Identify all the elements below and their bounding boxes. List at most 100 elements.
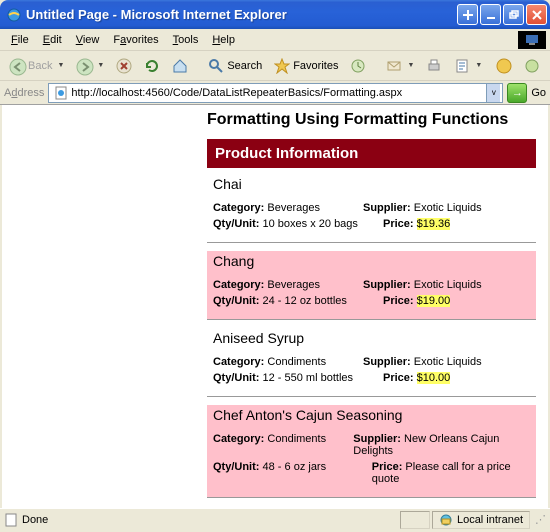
search-label: Search [227, 60, 262, 72]
history-button[interactable] [345, 55, 371, 77]
chevron-down-icon: ▼ [407, 62, 414, 69]
tool-button-1[interactable] [491, 55, 517, 77]
stop-button[interactable] [111, 55, 137, 77]
go-button[interactable]: → [507, 83, 527, 103]
menu-view[interactable]: View [69, 32, 107, 48]
qty-value: 48 - 6 oz jars [263, 461, 327, 473]
forward-button[interactable]: ▼ [71, 55, 109, 77]
back-label: Back [28, 60, 52, 72]
url-input[interactable] [71, 87, 486, 99]
supplier-label: Supplier: [363, 279, 411, 291]
price-value: $19.36 [417, 218, 451, 230]
forward-icon [76, 58, 92, 74]
category-value: Condiments [267, 356, 326, 368]
go-label: Go [531, 87, 546, 99]
refresh-button[interactable] [139, 55, 165, 77]
resize-grip[interactable]: ⋰ [532, 513, 546, 526]
mail-icon [386, 58, 402, 74]
supplier-value: Exotic Liquids [414, 356, 482, 368]
stop-icon [116, 58, 132, 74]
qty-value: 24 - 12 oz bottles [263, 295, 347, 307]
window-buttons [457, 4, 547, 25]
product-name: Chang [213, 253, 530, 269]
viewport[interactable]: Formatting Using Formatting Functions Pr… [0, 105, 550, 508]
tool-button-2[interactable] [519, 55, 545, 77]
print-button[interactable] [421, 55, 447, 77]
status-text: Done [22, 514, 48, 526]
tool-icon [524, 58, 540, 74]
url-box[interactable]: v [48, 83, 503, 103]
home-icon [172, 58, 188, 74]
qty-value: 10 boxes x 20 bags [263, 218, 358, 230]
price-label: Price: [383, 295, 414, 307]
page-content: Formatting Using Formatting Functions Pr… [2, 105, 548, 508]
chevron-down-icon: ▼ [97, 62, 104, 69]
supplier-value: Exotic Liquids [414, 202, 482, 214]
throbber-icon [518, 31, 546, 49]
status-pane-1 [400, 511, 430, 529]
status-zone: Local intranet [432, 511, 530, 529]
ie-icon [6, 7, 22, 23]
price-value: $10.00 [417, 372, 451, 384]
search-icon [208, 58, 224, 74]
menu-favorites[interactable]: Favorites [106, 32, 165, 48]
window-title: Untitled Page - Microsoft Internet Explo… [26, 7, 457, 22]
edit-button[interactable]: ▼ [449, 55, 487, 77]
menu-bar: FFileile Edit View Favorites Tools Help [0, 29, 550, 51]
minimize-button[interactable] [480, 4, 501, 25]
zone-label: Local intranet [457, 514, 523, 526]
home-button[interactable] [167, 55, 193, 77]
close-button[interactable] [526, 4, 547, 25]
menu-file[interactable]: FFileile [4, 32, 36, 48]
chevron-down-icon: ▼ [57, 62, 64, 69]
address-label: Address [4, 87, 44, 99]
address-bar: Address v → Go [0, 81, 550, 105]
product-item: Chef Anton's Cajun Seasoning Category: Co… [207, 405, 536, 498]
status-bar: Done Local intranet ⋰ [0, 508, 550, 530]
menu-tools[interactable]: Tools [166, 32, 206, 48]
product-item: Chai Category: Beverages Supplier: Exotic … [207, 174, 536, 243]
qty-label: Qty/Unit: [213, 295, 259, 307]
category-value: Beverages [267, 202, 320, 214]
edit-icon [454, 58, 470, 74]
search-button[interactable]: Search [203, 55, 267, 77]
price-label: Price: [372, 461, 403, 473]
price-value: $19.00 [417, 295, 451, 307]
star-icon [274, 58, 290, 74]
product-name: Chai [213, 176, 530, 192]
qty-label: Qty/Unit: [213, 218, 259, 230]
refresh-icon [144, 58, 160, 74]
menu-help[interactable]: Help [205, 32, 242, 48]
supplier-label: Supplier: [363, 202, 411, 214]
price-label: Price: [383, 372, 414, 384]
product-name: Chef Anton's Cajun Seasoning [213, 407, 530, 423]
mail-button[interactable]: ▼ [381, 55, 419, 77]
favorites-button[interactable]: Favorites [269, 55, 343, 77]
url-dropdown[interactable]: v [486, 84, 500, 102]
favorites-label: Favorites [293, 60, 338, 72]
page-heading: Formatting Using Formatting Functions [207, 111, 536, 129]
page-icon [54, 86, 68, 100]
supplier-label: Supplier: [363, 356, 411, 368]
back-icon [9, 58, 25, 74]
menu-edit[interactable]: Edit [36, 32, 69, 48]
category-value: Condiments [267, 433, 326, 445]
product-name: Aniseed Syrup [213, 330, 530, 346]
help-button[interactable] [457, 4, 478, 25]
product-item: ChangCategory: BeveragesSupplier: Exotic… [207, 251, 536, 320]
qty-label: Qty/Unit: [213, 461, 259, 473]
supplier-value: Exotic Liquids [414, 279, 482, 291]
section-header: Product Information [207, 139, 536, 168]
back-button[interactable]: Back ▼ [4, 55, 69, 77]
chevron-down-icon: ▼ [475, 62, 482, 69]
category-label: Category: [213, 433, 264, 445]
globe-icon [496, 58, 512, 74]
toolbar: Back ▼ ▼ Search Favorites ▼ ▼ [0, 51, 550, 81]
price-label: Price: [383, 218, 414, 230]
supplier-label: Supplier: [353, 433, 401, 445]
print-icon [426, 58, 442, 74]
category-label: Category: [213, 279, 264, 291]
category-label: Category: [213, 202, 264, 214]
restore-button[interactable] [503, 4, 524, 25]
category-label: Category: [213, 356, 264, 368]
